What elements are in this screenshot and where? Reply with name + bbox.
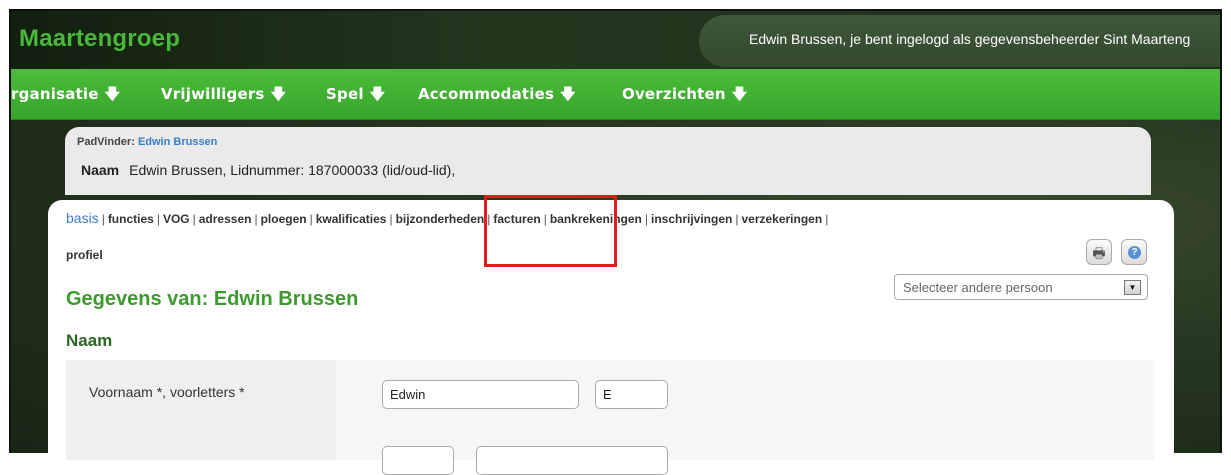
chevron-down-icon[interactable]: ▼ [1124,280,1141,295]
tab-separator: | [644,212,648,226]
tab-bar: basis | functies | VOG | adressen | ploegen | kwal… [66,210,831,226]
tab-profiel[interactable]: profiel [66,248,103,262]
tab-separator: | [735,212,739,226]
breadcrumb: PadVinder: Edwin Brussen [77,136,218,148]
form-row: Voornaam *, voorletters * Edwin E [66,360,1154,475]
tab-separator: | [156,212,160,226]
down-arrow-icon: 🡇 [104,85,121,103]
print-button[interactable]: 🖶 [1086,239,1112,265]
tab-separator: | [101,212,105,226]
down-arrow-icon: 🡇 [270,85,287,103]
tab-vog[interactable]: VOG [163,212,190,226]
tab-separator: | [254,212,258,226]
login-status: Edwin Brussen, je bent ingelogd als gege… [749,31,1191,47]
main-nav: rganisatie 🡇 Vrijwilligers 🡇 Spel 🡇 Accommo… [11,69,1220,120]
nav-item-vrijwilligers[interactable]: Vrijwilligers 🡇 [161,84,286,109]
section-title: Naam [66,331,113,350]
down-arrow-icon: 🡇 [369,85,386,103]
naam-label: Naam [81,162,120,178]
tab-inschrijvingen[interactable]: inschrijvingen [651,212,732,226]
tab-verzekeringen[interactable]: verzekeringen [741,212,822,226]
tab-functies[interactable]: functies [108,212,154,226]
tab-adressen[interactable]: adressen [199,212,252,226]
help-button[interactable]: ? [1121,239,1147,265]
tab-bijzonderheden[interactable]: bijzonderheden [396,212,485,226]
tab-ploegen[interactable]: ploegen [261,212,307,226]
tab-basis[interactable]: basis [66,210,99,226]
breadcrumb-link[interactable]: Edwin Brussen [138,136,217,148]
tab-separator: | [825,212,829,226]
tab-kwalificaties[interactable]: kwalificaties [316,212,387,226]
select-placeholder: Selecteer andere persoon [903,280,1053,295]
voornaam-label: Voornaam *, voorletters * [89,384,245,400]
naam-value: Edwin Brussen, Lidnummer: 187000033 (lid… [129,162,456,178]
nav-item-organisatie[interactable]: rganisatie 🡇 [11,84,120,109]
nav-item-accommodaties[interactable]: Accommodaties 🡇 [418,84,576,109]
header: Maartengroep Edwin Brussen, je bent inge… [11,11,1220,69]
printer-icon: 🖶 [1092,245,1106,261]
person-summary: PadVinder: Edwin Brussen Naam Edwin Bruss… [65,127,1151,195]
down-arrow-icon: 🡇 [560,85,576,103]
achternaam-input[interactable] [476,446,668,475]
tussenvoegsel-input[interactable] [382,446,454,475]
naam-line: Naam Edwin Brussen, Lidnummer: 187000033 … [81,162,455,178]
page-title: Gegevens van: Edwin Brussen [66,288,359,310]
person-select[interactable]: Selecteer andere persoon ▼ [894,274,1148,300]
down-arrow-icon: 🡇 [731,85,748,103]
voorletters-input[interactable]: E [595,380,668,409]
logo[interactable]: Maartengroep [19,25,180,53]
nav-item-overzichten[interactable]: Overzichten 🡇 [622,84,747,109]
tab-separator: | [192,212,196,226]
tab-separator: | [309,212,313,226]
voornaam-input[interactable]: Edwin [382,380,579,409]
help-icon: ? [1128,246,1141,259]
tab-separator: | [389,212,393,226]
form-field-column: Edwin E [336,360,1154,475]
annotation-highlight [484,195,617,267]
nav-item-spel[interactable]: Spel 🡇 [326,84,385,109]
